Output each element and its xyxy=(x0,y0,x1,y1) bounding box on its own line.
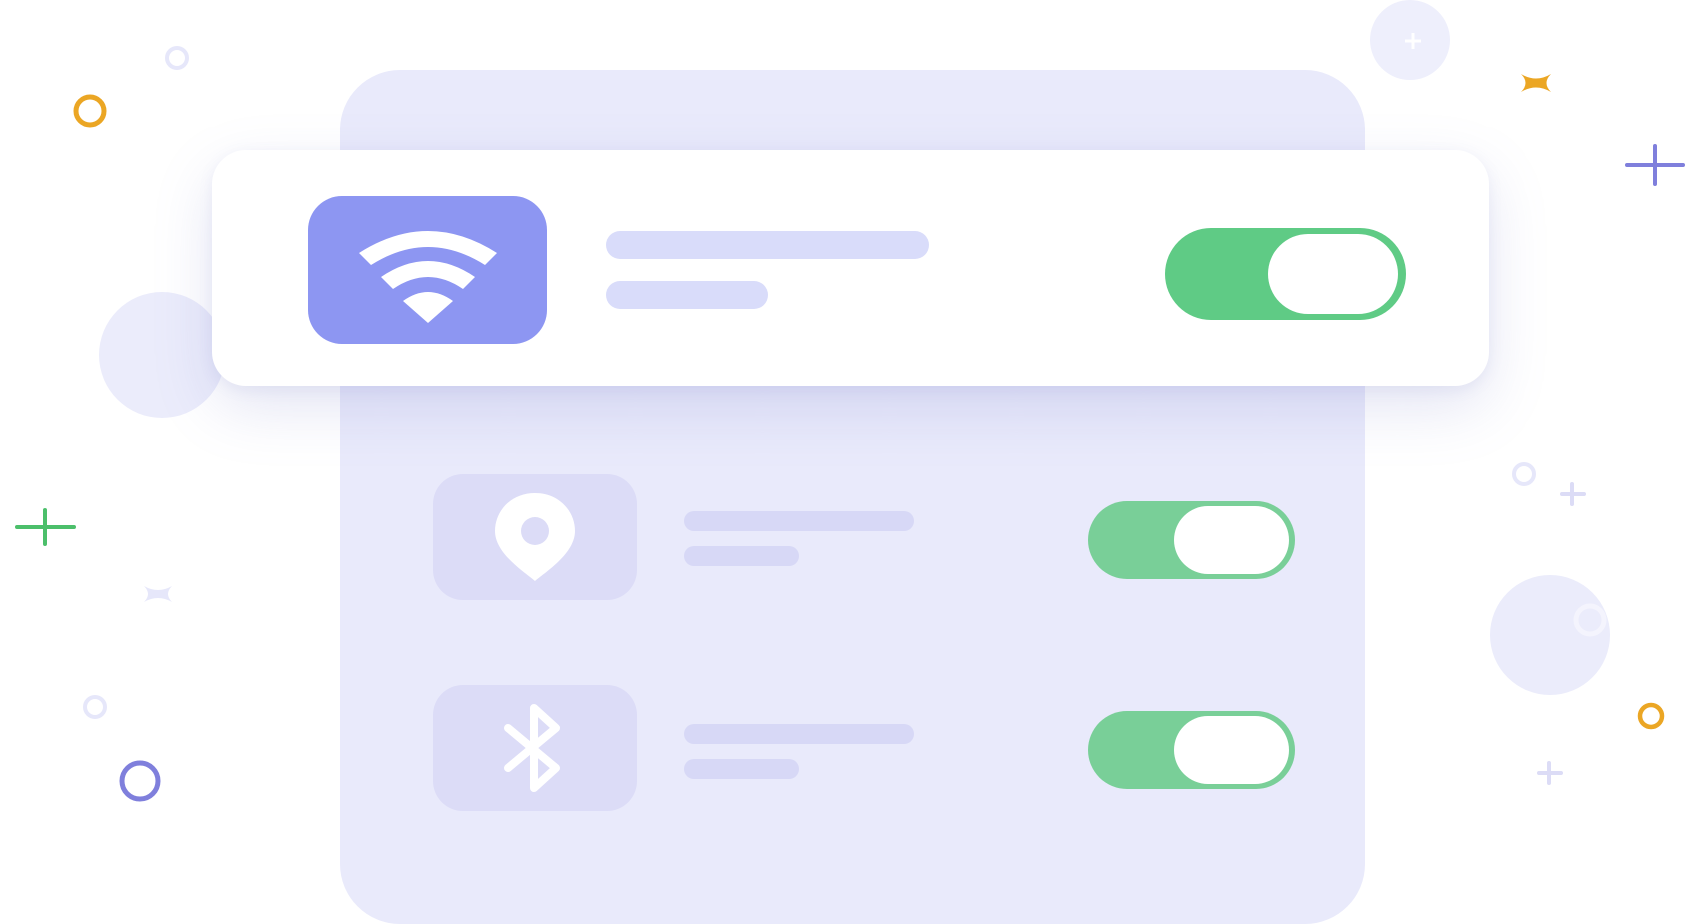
wifi-toggle-knob xyxy=(1268,234,1398,314)
location-subtitle-placeholder xyxy=(684,546,799,566)
deco-ring-purple xyxy=(119,760,161,802)
wifi-toggle[interactable] xyxy=(1165,228,1406,320)
bluetooth-icon xyxy=(504,704,560,792)
deco-plus-green-icon xyxy=(15,508,76,546)
deco-ring-orange-right xyxy=(1637,702,1665,730)
bluetooth-tile xyxy=(433,685,637,811)
illustration xyxy=(0,0,1685,924)
location-toggle-knob xyxy=(1174,506,1289,574)
bluetooth-title-placeholder xyxy=(684,724,914,744)
deco-plus-purple-icon xyxy=(1625,144,1685,186)
deco-star-orange-icon xyxy=(1521,74,1551,92)
wifi-icon xyxy=(358,231,497,323)
deco-ring-faint-right xyxy=(1512,462,1536,486)
location-tile xyxy=(433,474,637,600)
deco-large-circle-left xyxy=(99,292,225,418)
deco-star-faint-icon xyxy=(144,586,172,602)
bluetooth-toggle[interactable] xyxy=(1088,711,1295,789)
deco-ring-faint-left xyxy=(83,695,107,719)
bluetooth-subtitle-placeholder xyxy=(684,759,799,779)
deco-plus-faint-low-icon xyxy=(1537,761,1563,785)
wifi-subtitle-placeholder xyxy=(606,281,768,309)
deco-plus-faint-icon xyxy=(1560,482,1586,506)
wifi-title-placeholder xyxy=(606,231,929,259)
location-title-placeholder xyxy=(684,511,914,531)
location-pin-icon xyxy=(495,493,575,581)
bluetooth-toggle-knob xyxy=(1174,716,1289,784)
wifi-tile xyxy=(308,196,547,344)
location-toggle[interactable] xyxy=(1088,501,1295,579)
deco-ring-faint-top xyxy=(165,46,189,70)
deco-ring-orange xyxy=(73,94,107,128)
